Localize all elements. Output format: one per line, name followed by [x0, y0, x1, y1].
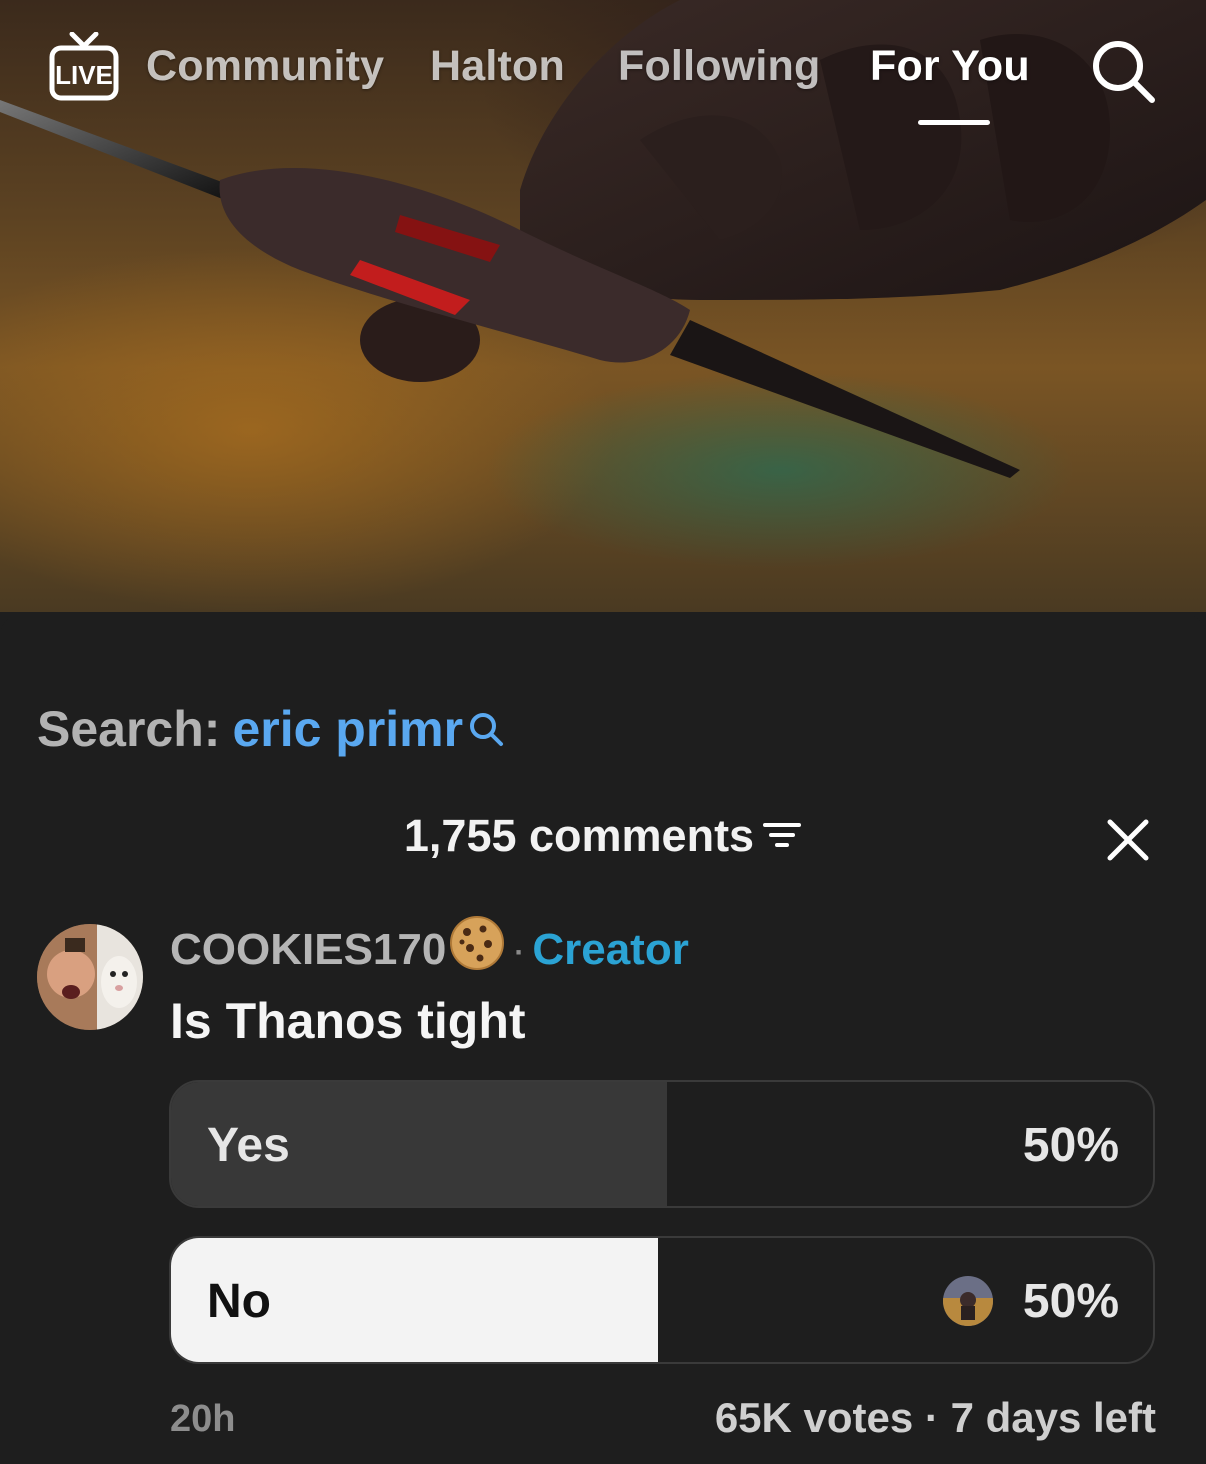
poll-option-label: Yes	[207, 1119, 290, 1172]
filter-icon[interactable]	[762, 810, 802, 862]
search-suggestion-icon	[467, 702, 505, 760]
tab-for-you[interactable]: For You	[870, 42, 1030, 91]
comment-timestamp: 20h	[170, 1398, 236, 1440]
avatar[interactable]	[37, 924, 143, 1030]
cookie-emoji-icon	[448, 914, 506, 983]
avatar-image	[37, 924, 143, 1030]
creator-badge: Creator	[532, 925, 689, 975]
active-tab-indicator	[918, 120, 990, 125]
username[interactable]: COOKIES170	[170, 925, 446, 974]
search-button[interactable]	[1086, 34, 1158, 106]
poll-option-no[interactable]: No 50%	[169, 1236, 1155, 1364]
separator-dot: ·	[514, 935, 525, 969]
live-button[interactable]: LIVE	[46, 32, 122, 104]
video-player[interactable]: LIVE Community Halton Following For You	[0, 0, 1206, 612]
top-navigation: LIVE Community Halton Following For You	[0, 28, 1206, 138]
comment-author-row: COOKIES170 · Creator	[170, 916, 689, 983]
poll-votes-summary: 65K votes · 7 days left	[714, 1394, 1156, 1441]
poll-option-label: No	[207, 1275, 271, 1328]
poll-option-yes[interactable]: Yes 50%	[169, 1080, 1155, 1208]
poll-option-percent: 50%	[1022, 1119, 1119, 1172]
close-comments-button[interactable]	[1100, 812, 1156, 868]
search-suggestion-term[interactable]: eric primr	[232, 701, 463, 757]
tab-halton[interactable]: Halton	[430, 42, 565, 91]
search-suggestion-prefix: Search:	[37, 701, 221, 757]
tab-community[interactable]: Community	[146, 42, 384, 91]
search-icon	[1093, 41, 1155, 103]
live-tv-icon: LIVE	[49, 32, 119, 101]
comments-panel: Search: eric primr 1,755 comments COOKIE…	[0, 614, 1206, 1464]
live-label: LIVE	[55, 60, 113, 90]
comment-text: Is Thanos tight	[170, 993, 526, 1049]
comments-header[interactable]: 1,755 comments	[0, 810, 1206, 862]
close-icon	[1107, 819, 1149, 861]
poll-option-percent: 50%	[1022, 1275, 1119, 1328]
tab-following[interactable]: Following	[618, 42, 820, 91]
voter-avatar	[943, 1276, 993, 1326]
search-suggestion[interactable]: Search: eric primr	[37, 700, 505, 760]
comments-count: 1,755 comments	[403, 810, 755, 861]
